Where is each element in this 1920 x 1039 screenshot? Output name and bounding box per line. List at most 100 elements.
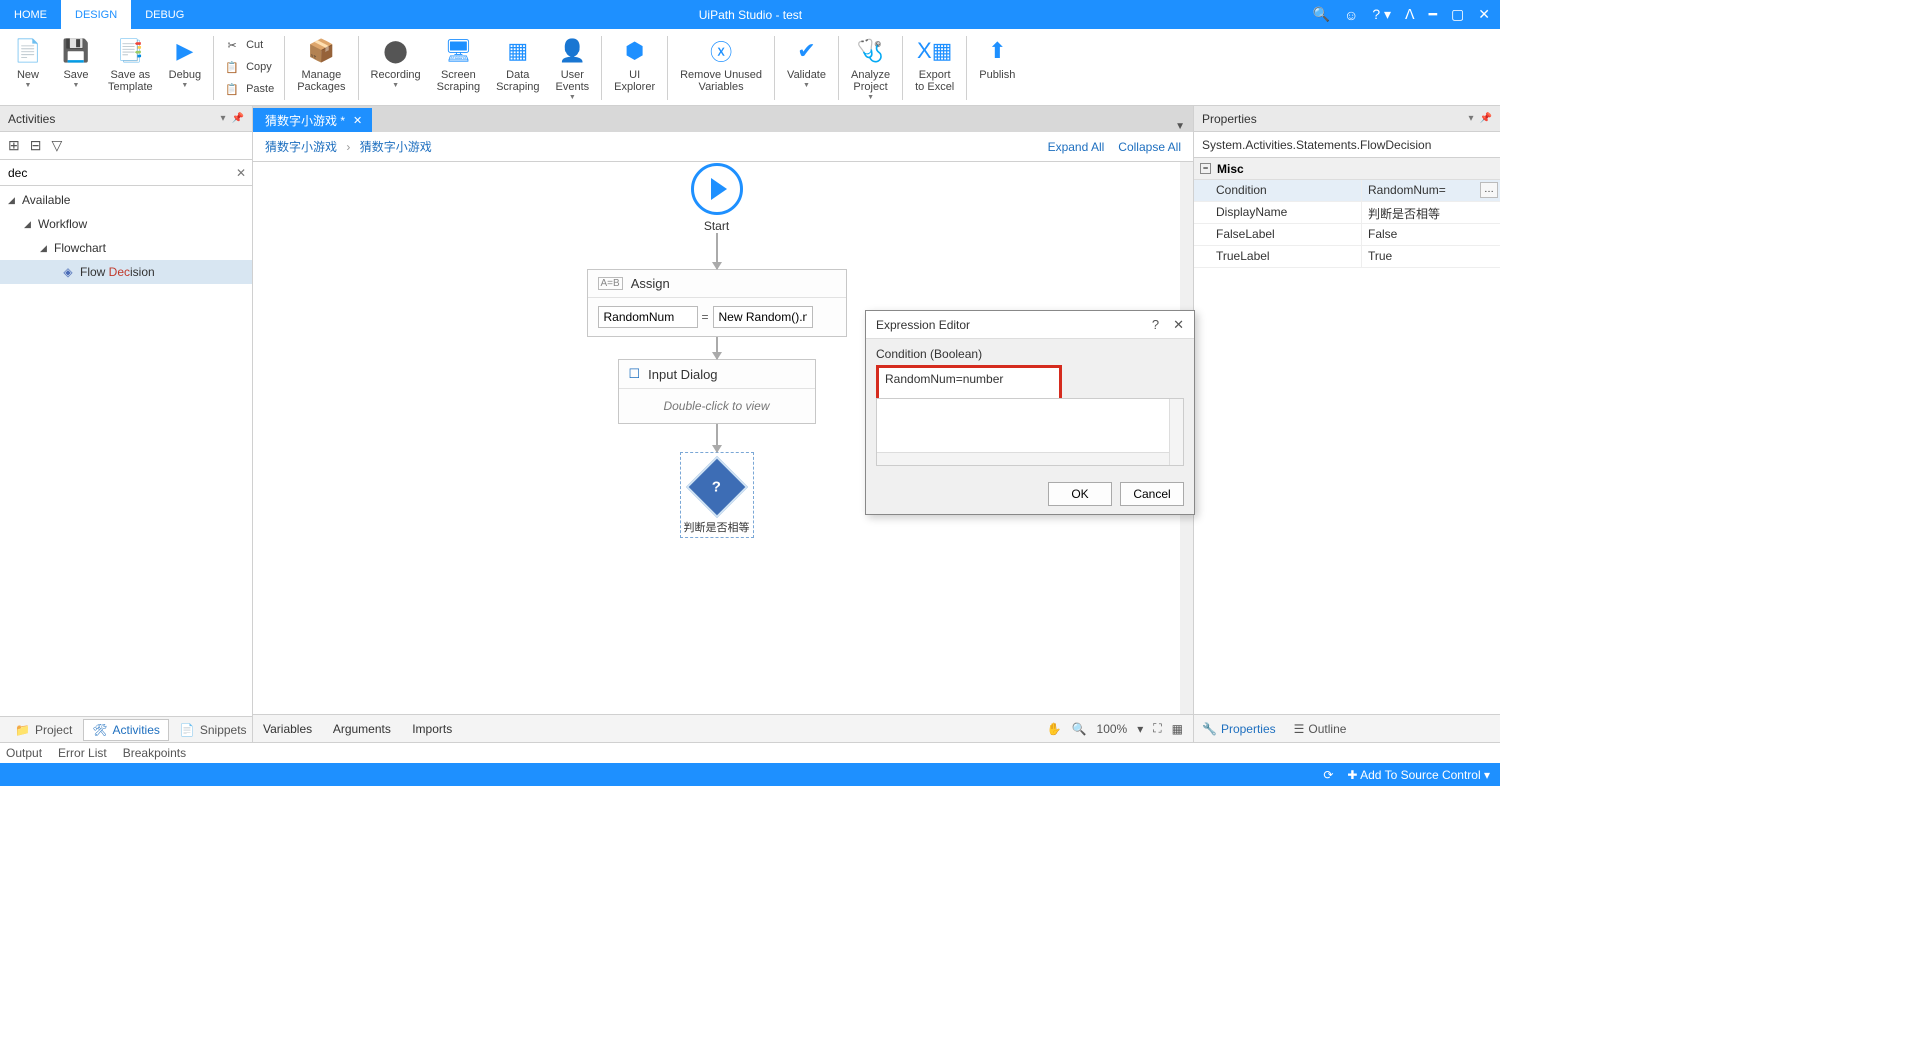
bottom-output-tabs: Output Error List Breakpoints (0, 742, 1500, 763)
user-events-button[interactable]: 👤User Events▼ (548, 33, 598, 103)
help-icon[interactable]: ? ▾ (1372, 6, 1391, 23)
imports-link[interactable]: Imports (412, 722, 452, 736)
manage-packages-button[interactable]: 📦Manage Packages (289, 33, 353, 103)
doc-tab-main[interactable]: 猜数字小游戏 * ✕ (253, 108, 372, 132)
breadcrumb-trail: 猜数字小游戏 › 猜数字小游戏 (265, 138, 432, 155)
collapse-all-link[interactable]: Collapse All (1118, 140, 1181, 154)
pin-icon[interactable]: 📌 (232, 113, 244, 124)
collapse-ribbon-icon[interactable]: ᐱ (1405, 6, 1415, 23)
analyze-project-button[interactable]: 🩺Analyze Project▼ (843, 33, 898, 103)
zoom-icon[interactable]: 🔍 (1072, 722, 1087, 736)
screen-scraping-button[interactable]: 🖥Screen Scraping (429, 33, 488, 103)
ui-explorer-button[interactable]: ⬢UI Explorer (606, 33, 663, 103)
prop-row-displayname[interactable]: DisplayName判断是否相等 (1194, 202, 1500, 224)
data-scraping-button[interactable]: ▦Data Scraping (488, 33, 547, 103)
sync-icon[interactable]: ⟳ (1323, 768, 1333, 782)
tab-design[interactable]: DESIGN (61, 0, 131, 29)
tab-activities[interactable]: 🛠Activities (83, 719, 169, 741)
assign-activity[interactable]: A=BAssign = (587, 269, 847, 337)
tree-flowchart[interactable]: ◢Flowchart (0, 236, 252, 260)
close-icon[interactable]: ✕ (1478, 6, 1490, 23)
search-icon[interactable]: 🔍 (1313, 6, 1330, 23)
assign-value-input[interactable] (713, 306, 813, 328)
prop-group-misc[interactable]: −Misc (1194, 158, 1500, 180)
connector-1 (716, 233, 718, 269)
activities-header-label: Activities (8, 112, 55, 126)
crumb-0[interactable]: 猜数字小游戏 (265, 140, 337, 154)
main-area: Activities ▾ 📌 ⊞ ⊟ ▽ ✕ ◢Available ◢Workf… (0, 106, 1500, 742)
cut-button[interactable]: ✂Cut (224, 35, 274, 55)
save-as-template-button[interactable]: 📑Save as Template (100, 33, 161, 103)
zoom-dropdown[interactable]: ▾ (1137, 722, 1143, 736)
expand-all-link[interactable]: Expand All (1048, 140, 1105, 154)
collapse-icon[interactable]: ⊟ (30, 137, 42, 154)
copy-button[interactable]: 📋Copy (224, 57, 274, 77)
tab-snippets[interactable]: 📄Snippets (171, 719, 256, 741)
prop-row-falselabel[interactable]: FalseLabelFalse (1194, 224, 1500, 246)
panel-header-icons: ▾ 📌 (221, 113, 244, 124)
zoom-value[interactable]: 100% (1097, 722, 1128, 736)
ok-button[interactable]: OK (1048, 482, 1112, 506)
paste-button[interactable]: 📋Paste (224, 79, 274, 99)
close-doc-icon[interactable]: ✕ (353, 114, 362, 127)
tree-available[interactable]: ◢Available (0, 188, 252, 212)
filter-icon[interactable]: ▽ (51, 137, 62, 154)
main-tabs: HOME DESIGN DEBUG (0, 0, 198, 29)
flow-decision-activity[interactable]: ? 判断是否相等 (680, 452, 754, 538)
expression-editor-dialog: Expression Editor ? ✕ Condition (Boolean… (865, 310, 1195, 515)
validate-button[interactable]: ✔Validate▼ (779, 33, 834, 103)
prop-row-truelabel[interactable]: TrueLabelTrue (1194, 246, 1500, 268)
expression-area[interactable] (876, 398, 1184, 466)
expand-icon[interactable]: ⊞ (8, 137, 20, 154)
dialog-close-icon[interactable]: ✕ (1173, 317, 1184, 333)
activities-tree: ◢Available ◢Workflow ◢Flowchart ◈Flow De… (0, 186, 252, 716)
add-source-control[interactable]: ✚ Add To Source Control ▾ (1347, 768, 1490, 782)
dialog-title-text: Expression Editor (876, 318, 970, 332)
prop-row-condition[interactable]: ConditionRandomNum=… (1194, 180, 1500, 202)
assign-to-input[interactable] (598, 306, 698, 328)
input-dialog-activity[interactable]: ☐Input Dialog Double-click to view (618, 359, 816, 424)
tab-home[interactable]: HOME (0, 0, 61, 29)
tree-flow-decision[interactable]: ◈Flow Decision (0, 260, 252, 284)
output-tab[interactable]: Output (6, 746, 42, 760)
arguments-link[interactable]: Arguments (333, 722, 391, 736)
variables-link[interactable]: Variables (263, 722, 312, 736)
expression-input[interactable]: RandomNum=number (876, 365, 1062, 401)
feedback-icon[interactable]: ☺ (1344, 7, 1358, 23)
remove-unused-variables-button[interactable]: ⓧRemove Unused Variables (672, 33, 770, 103)
dialog-title-bar: Expression Editor ? ✕ (866, 311, 1194, 339)
search-input[interactable] (6, 164, 236, 182)
recording-button[interactable]: ⬤Recording▼ (363, 33, 429, 103)
prop-pin-icon[interactable]: 📌 (1480, 113, 1492, 124)
dialog-help-icon[interactable]: ? (1152, 317, 1159, 333)
properties-tab[interactable]: 🔧Properties (1202, 722, 1276, 736)
publish-button[interactable]: ⬆Publish (971, 33, 1023, 103)
prop-ellipsis-button[interactable]: … (1480, 182, 1498, 198)
export-to-excel-button[interactable]: X▦Export to Excel (907, 33, 962, 103)
prop-header-icons: ▾ 📌 (1469, 113, 1492, 124)
pan-icon[interactable]: ✋ (1047, 722, 1062, 736)
tree-workflow[interactable]: ◢Workflow (0, 212, 252, 236)
clear-search-icon[interactable]: ✕ (236, 166, 246, 180)
overview-icon[interactable]: ▦ (1172, 722, 1183, 736)
breadcrumb: 猜数字小游戏 › 猜数字小游戏 Expand All Collapse All (253, 132, 1193, 162)
ribbon: 📄New▼💾Save▼📑Save as Template▶Debug▼✂Cut📋… (0, 29, 1500, 106)
crumb-1[interactable]: 猜数字小游戏 (360, 140, 432, 154)
debug-button[interactable]: ▶Debug▼ (161, 33, 209, 103)
fit-icon[interactable]: ⛶ (1153, 721, 1161, 736)
maximize-icon[interactable]: ▢ (1451, 6, 1464, 23)
save-button[interactable]: 💾Save▼ (52, 33, 100, 103)
tab-debug[interactable]: DEBUG (131, 0, 198, 29)
cancel-button[interactable]: Cancel (1120, 482, 1184, 506)
autohide-icon[interactable]: ▾ (221, 113, 226, 124)
tab-project[interactable]: 📁Project (6, 719, 81, 741)
new-button[interactable]: 📄New▼ (4, 33, 52, 103)
activities-toolbar: ⊞ ⊟ ▽ (0, 132, 252, 160)
start-node[interactable] (691, 163, 743, 215)
breakpoints-tab[interactable]: Breakpoints (123, 746, 186, 760)
minimize-icon[interactable]: ━ (1429, 6, 1437, 23)
error-list-tab[interactable]: Error List (58, 746, 107, 760)
prop-autohide-icon[interactable]: ▾ (1469, 113, 1474, 124)
doc-tabs-dropdown[interactable]: ▼ (1167, 121, 1193, 132)
outline-tab[interactable]: ☰Outline (1294, 722, 1347, 736)
